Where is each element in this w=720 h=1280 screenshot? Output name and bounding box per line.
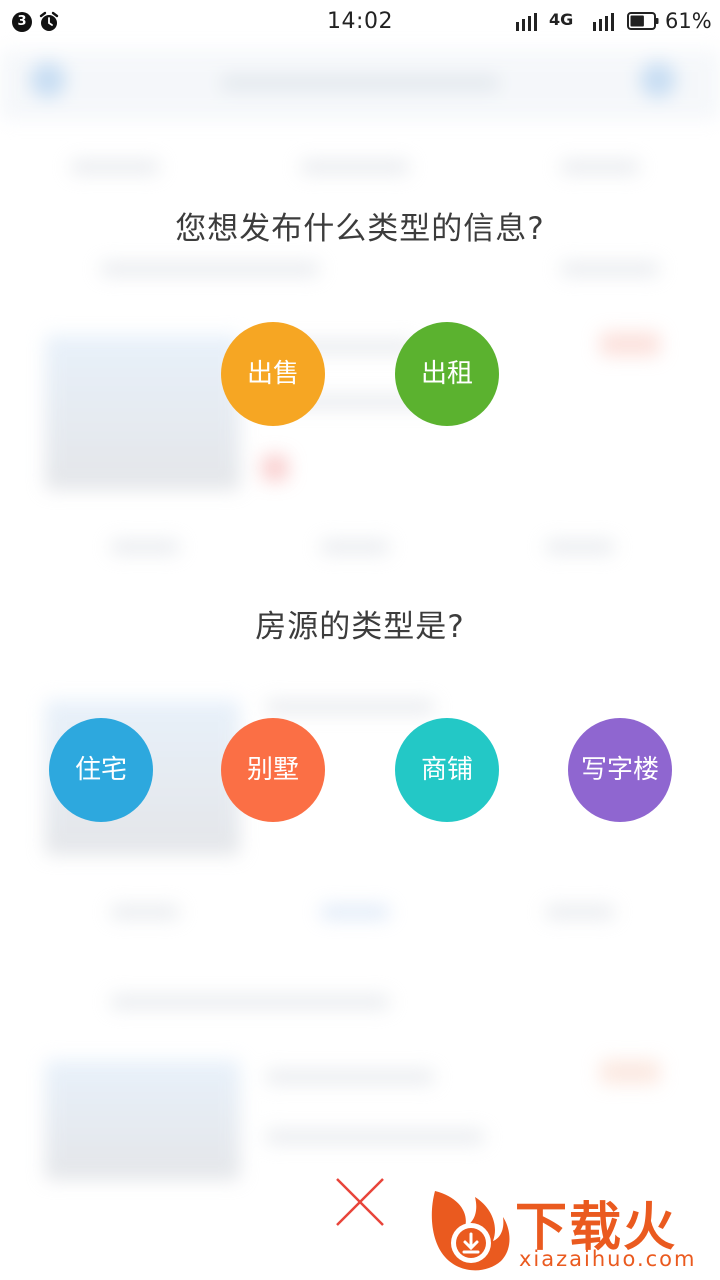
sell-button[interactable]: 出售 (221, 322, 325, 426)
residential-button[interactable]: 住宅 (49, 718, 153, 822)
status-bar: 3 14:02 4G 61% (0, 0, 720, 44)
battery-level-fill (630, 15, 644, 27)
publish-type-question: 您想发布什么类型的信息? (175, 211, 545, 247)
watermark-site: xiazaihuo.com (519, 1247, 697, 1271)
signal-strength-icon-sim2 (593, 13, 614, 31)
shop-button[interactable]: 商铺 (395, 718, 499, 822)
watermark: 下载火 xiazaihuo.com (425, 1183, 720, 1280)
battery-percent: 61% (665, 9, 712, 33)
flame-download-logo-icon (431, 1191, 510, 1271)
signal-strength-icon-sim1 (516, 13, 537, 31)
office-building-button[interactable]: 写字楼 (568, 718, 672, 822)
villa-button[interactable]: 别墅 (221, 718, 325, 822)
property-type-question: 房源的类型是? (255, 609, 465, 645)
close-icon (336, 1178, 384, 1226)
screen: 3 14:02 4G 61% 您想发布什么类型的信息? 出售 出租 房源的类型是… (0, 0, 720, 1280)
battery-icon (627, 12, 659, 30)
network-type-label: 4G (549, 10, 574, 29)
close-button[interactable] (330, 1172, 390, 1232)
rent-button[interactable]: 出租 (395, 322, 499, 426)
